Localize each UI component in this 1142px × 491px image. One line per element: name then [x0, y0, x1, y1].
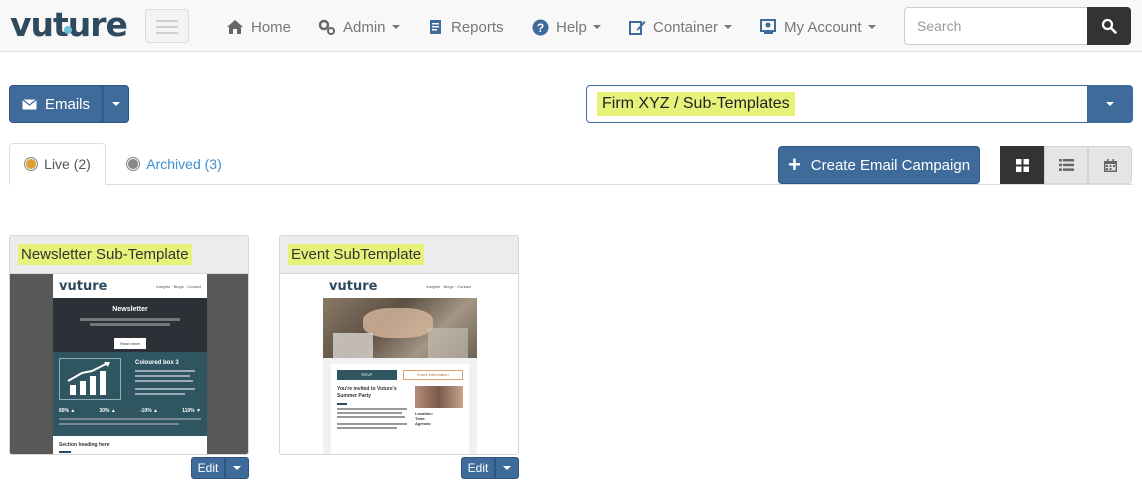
- edit-button[interactable]: Edit: [461, 457, 495, 479]
- preview-agenda: Agenda:: [415, 421, 431, 426]
- nav-home-label: Home: [251, 18, 292, 36]
- chevron-down-icon: [233, 466, 241, 470]
- chevron-down-icon: [503, 466, 511, 470]
- archived-status-icon: [126, 157, 141, 171]
- edit-button[interactable]: Edit: [191, 457, 225, 479]
- nav-reports[interactable]: Reports: [428, 17, 504, 37]
- list-view-button[interactable]: [1044, 146, 1088, 184]
- nav-my-account[interactable]: My Account: [760, 17, 876, 37]
- preview-stat: -10% ▲: [139, 408, 158, 414]
- folder-path-value: Firm XYZ / Sub-Templates: [597, 92, 795, 116]
- template-card[interactable]: Event SubTemplate vuture Insights · Blog…: [279, 235, 519, 455]
- preview-heading: Newsletter: [112, 306, 148, 313]
- grid-view-button[interactable]: [1000, 146, 1044, 184]
- reports-icon: [430, 20, 441, 34]
- logo-text-a: vut: [10, 5, 69, 44]
- folder-dropdown-toggle[interactable]: [1087, 85, 1133, 123]
- tab-archived[interactable]: Archived (3): [114, 143, 234, 185]
- preview-hero-image: [323, 298, 477, 358]
- tab-live-label: Live (2): [44, 156, 91, 172]
- nav-help[interactable]: ? Help: [532, 17, 601, 37]
- chevron-down-icon: [1106, 102, 1114, 106]
- plus-icon: +: [787, 152, 801, 177]
- create-email-campaign-button[interactable]: + Create Email Campaign: [778, 146, 980, 184]
- template-preview: vuture Insights · Blogs · Contact RSVP E…: [280, 274, 518, 454]
- live-status-icon: [24, 157, 39, 171]
- card-title: Newsletter Sub-Template: [18, 244, 192, 265]
- gears-icon: [318, 19, 335, 35]
- list-icon: [1058, 159, 1074, 171]
- hamburger-icon-bar: [156, 32, 178, 34]
- nav-my-account-label: My Account: [784, 18, 862, 36]
- preview-tab-info: Event information: [403, 370, 463, 380]
- hamburger-icon: [156, 20, 178, 22]
- card-header: Newsletter Sub-Template: [10, 236, 248, 274]
- nav-admin-label: Admin: [343, 18, 386, 36]
- chevron-down-icon: [112, 102, 120, 106]
- emails-dropdown-toggle[interactable]: [103, 85, 129, 123]
- chevron-down-icon: [724, 25, 733, 29]
- edit-dropdown-toggle[interactable]: [495, 457, 519, 479]
- nav-home[interactable]: Home: [226, 17, 291, 37]
- account-icon: [760, 19, 776, 34]
- grid-icon: [1015, 158, 1029, 172]
- emails-button-label: Emails: [44, 95, 90, 113]
- nav-container-label: Container: [653, 18, 719, 36]
- view-toggle-group: [1000, 146, 1133, 184]
- chevron-down-icon: [867, 25, 876, 29]
- preview-box-title: Coloured box 3: [135, 360, 179, 366]
- menu-toggle-button[interactable]: [145, 9, 189, 43]
- tab-archived-label: Archived (3): [146, 156, 222, 172]
- envelope-icon: [22, 98, 37, 109]
- svg-text:?: ?: [537, 21, 544, 35]
- template-card[interactable]: Newsletter Sub-Template vuture Insights …: [9, 235, 249, 455]
- preview-tab-rsvp: RSVP: [337, 370, 397, 380]
- chart-illustration-icon: [67, 362, 110, 395]
- hamburger-icon-bar: [156, 26, 178, 28]
- nav-container[interactable]: Container: [629, 17, 733, 37]
- container-edit-icon: [629, 21, 646, 35]
- search-icon: [1101, 18, 1117, 34]
- logo-dot: [63, 26, 72, 34]
- preview-logo: vuture: [59, 278, 108, 294]
- preview-stat: 80% ▲: [59, 408, 76, 414]
- edit-dropdown-toggle[interactable]: [225, 457, 249, 479]
- preview-invite: You're invited to Vuture's Summer Party: [337, 386, 397, 399]
- create-button-label: Create Email Campaign: [810, 156, 971, 174]
- card-title: Event SubTemplate: [288, 244, 425, 265]
- preview-stat: 110% ▼: [182, 408, 201, 414]
- help-icon: ?: [532, 19, 549, 35]
- calendar-icon: [1103, 158, 1117, 172]
- search-button[interactable]: [1087, 7, 1131, 45]
- top-navbar: vuture Home Admin Reports ? Help Contain…: [0, 0, 1142, 52]
- preview-logo: vuture: [329, 278, 378, 294]
- preview-button: Read more: [114, 338, 146, 349]
- search-input[interactable]: Search: [904, 7, 1088, 45]
- nav-help-label: Help: [556, 18, 587, 36]
- nav-reports-label: Reports: [451, 18, 504, 36]
- vuture-logo[interactable]: vuture: [10, 5, 128, 44]
- card-header: Event SubTemplate: [280, 236, 518, 274]
- chevron-down-icon: [391, 25, 400, 29]
- tab-live[interactable]: Live (2): [9, 143, 106, 185]
- home-icon: [227, 20, 243, 34]
- nav-admin[interactable]: Admin: [318, 17, 400, 37]
- preview-links: Insights · Blogs · Contact: [426, 283, 471, 289]
- calendar-view-button[interactable]: [1088, 146, 1132, 184]
- emails-button[interactable]: Emails: [9, 85, 103, 123]
- preview-stat: 30% ▲: [99, 408, 116, 414]
- folder-path-select[interactable]: Firm XYZ / Sub-Templates: [586, 85, 1088, 123]
- logo-text-b: ure: [67, 5, 128, 44]
- chevron-down-icon: [592, 25, 601, 29]
- template-preview: vuture Insights · Blogs · Contact Newsle…: [10, 274, 248, 454]
- preview-links: Insights · Blogs · Contact: [156, 283, 201, 289]
- preview-section-heading: Section heading here: [59, 442, 110, 448]
